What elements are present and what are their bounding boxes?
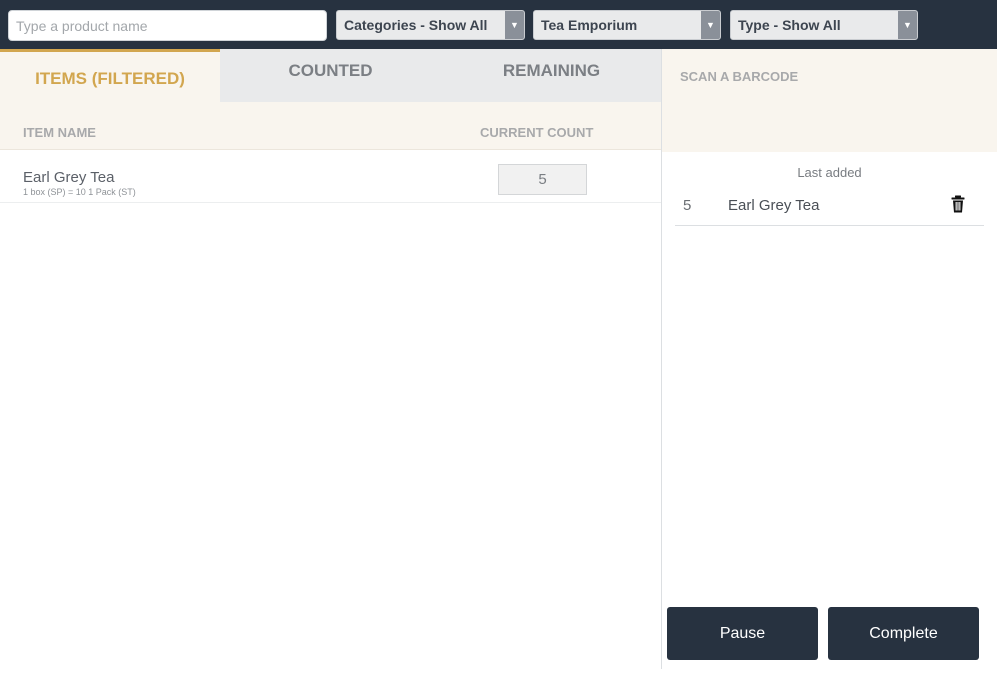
item-name: Earl Grey Tea xyxy=(23,169,115,186)
type-select[interactable]: Type - Show All ▼ xyxy=(730,10,918,40)
column-header-current-count: CURRENT COUNT xyxy=(480,125,594,140)
store-select-label: Tea Emporium xyxy=(541,17,638,33)
tab-counted[interactable]: COUNTED xyxy=(220,49,441,102)
item-unit-detail: 1 box (SP) = 10 1 Pack (ST) xyxy=(23,187,136,197)
chevron-down-icon: ▼ xyxy=(505,11,524,39)
table-row[interactable]: Earl Grey Tea 1 box (SP) = 10 1 Pack (ST… xyxy=(0,151,662,203)
items-panel: ITEMS (FILTERED) COUNTED REMAINING ITEM … xyxy=(0,49,662,682)
column-header-item-name: ITEM NAME xyxy=(23,125,96,140)
top-toolbar: Categories - Show All ▼ Tea Emporium ▼ T… xyxy=(0,0,997,49)
scan-panel: SCAN A BARCODE Last added 5 Earl Grey Te… xyxy=(662,49,997,682)
chevron-down-icon: ▼ xyxy=(701,11,720,39)
pause-button[interactable]: Pause xyxy=(667,607,818,660)
product-search-input[interactable] xyxy=(8,10,327,41)
store-select[interactable]: Tea Emporium ▼ xyxy=(533,10,721,40)
type-select-label: Type - Show All xyxy=(738,17,841,33)
complete-button[interactable]: Complete xyxy=(828,607,979,660)
scan-barcode-area[interactable]: SCAN A BARCODE xyxy=(662,49,997,152)
tab-items-filtered[interactable]: ITEMS (FILTERED) xyxy=(0,49,220,102)
list-item: 5 Earl Grey Tea xyxy=(675,185,984,226)
table-header: ITEM NAME CURRENT COUNT xyxy=(0,102,662,150)
trash-icon[interactable] xyxy=(950,195,966,213)
entry-quantity: 5 xyxy=(683,197,692,214)
category-select[interactable]: Categories - Show All ▼ xyxy=(336,10,525,40)
entry-name: Earl Grey Tea xyxy=(728,197,820,214)
last-added-label: Last added xyxy=(797,165,862,180)
current-count-field[interactable]: 5 xyxy=(498,164,587,195)
category-select-label: Categories - Show All xyxy=(344,17,488,33)
scan-barcode-title: SCAN A BARCODE xyxy=(680,69,799,84)
tab-bar: ITEMS (FILTERED) COUNTED REMAINING xyxy=(0,49,662,102)
chevron-down-icon: ▼ xyxy=(898,11,917,39)
tab-remaining[interactable]: REMAINING xyxy=(441,49,662,102)
